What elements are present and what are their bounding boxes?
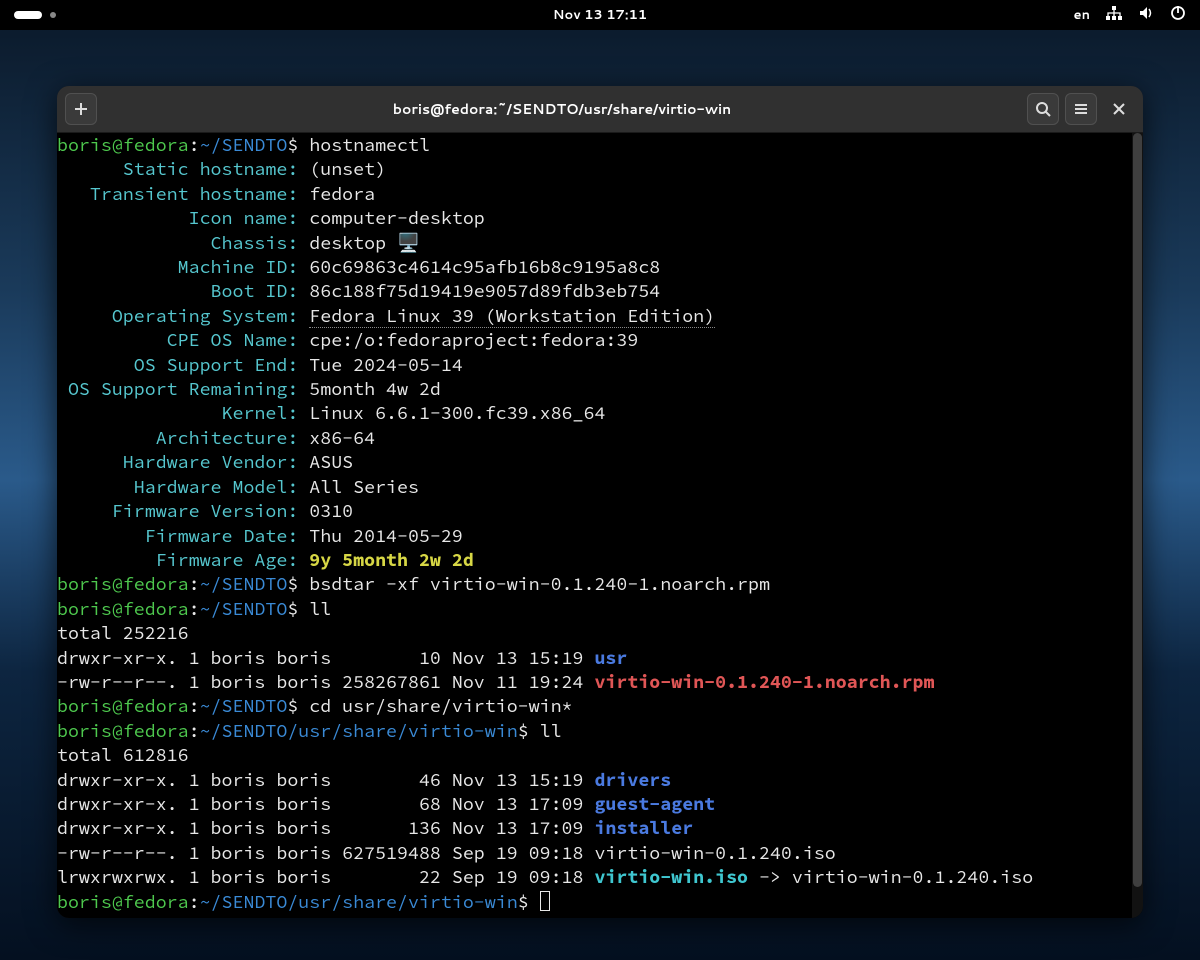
- terminal-headerbar: boris@fedora:~/SENDTO/usr/share/virtio-w…: [57, 86, 1143, 133]
- activities-area[interactable]: [14, 11, 56, 19]
- new-tab-button[interactable]: [65, 93, 97, 125]
- activities-pill-icon: [14, 11, 42, 19]
- menu-button[interactable]: [1065, 93, 1097, 125]
- close-button[interactable]: [1103, 93, 1135, 125]
- gnome-topbar: Nov 13 17:11 en: [0, 0, 1200, 30]
- terminal-title: boris@fedora:~/SENDTO/usr/share/virtio-w…: [97, 99, 1027, 119]
- terminal-body[interactable]: boris@fedora:~/SENDTO$ hostnamectl Stati…: [57, 133, 1143, 918]
- scrollbar-thumb[interactable]: [1133, 133, 1142, 887]
- terminal-output: boris@fedora:~/SENDTO$ hostnamectl Stati…: [57, 133, 1143, 914]
- volume-icon[interactable]: [1138, 5, 1154, 26]
- search-button[interactable]: [1027, 93, 1059, 125]
- power-icon[interactable]: [1170, 5, 1186, 26]
- clock[interactable]: Nov 13 17:11: [553, 6, 647, 24]
- terminal-scrollbar[interactable]: [1132, 133, 1143, 918]
- keyboard-layout-indicator[interactable]: en: [1074, 6, 1090, 24]
- workspace-dot-icon: [50, 12, 56, 18]
- terminal-window: boris@fedora:~/SENDTO/usr/share/virtio-w…: [57, 86, 1143, 918]
- network-icon[interactable]: [1106, 5, 1122, 26]
